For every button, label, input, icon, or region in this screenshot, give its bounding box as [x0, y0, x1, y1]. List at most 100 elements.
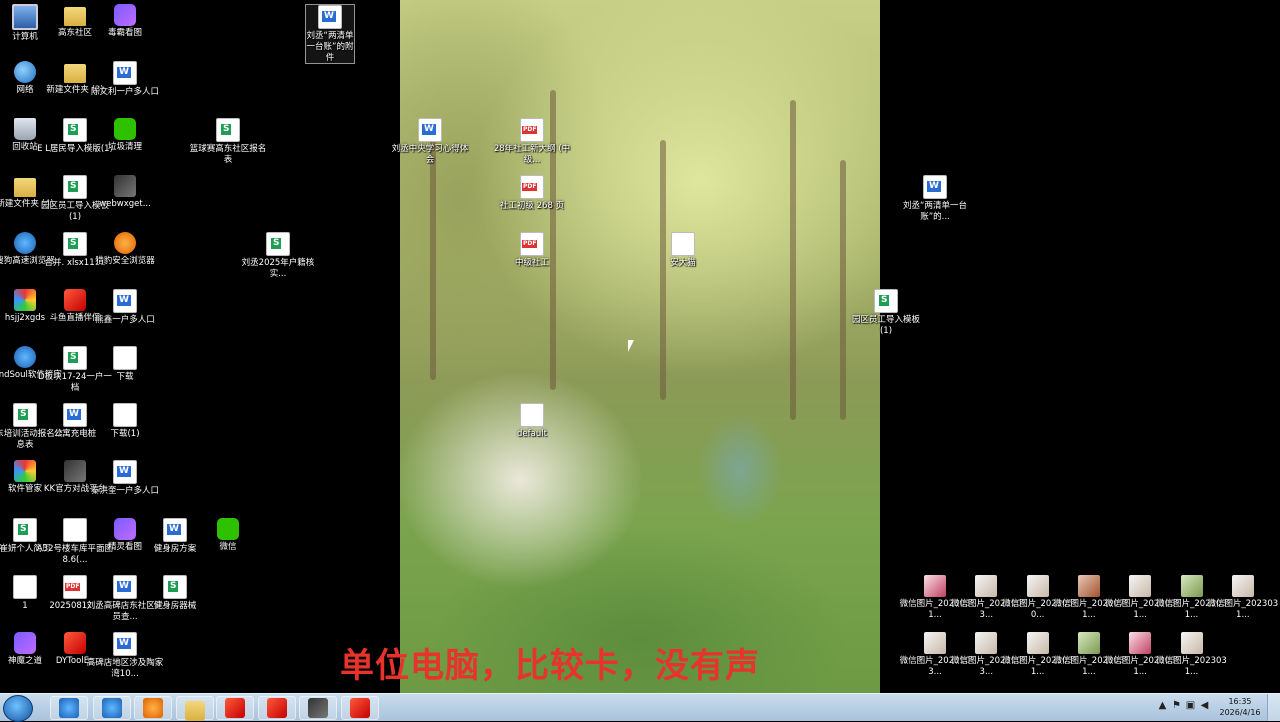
desktop-icon[interactable]: 微信图片_2023031...	[1152, 632, 1232, 678]
photo4-icon	[924, 575, 946, 597]
doc-icon	[113, 61, 137, 85]
net-icon	[14, 61, 36, 83]
pdf-icon	[520, 232, 544, 256]
taskbar-kk-app-button[interactable]	[93, 696, 131, 720]
desktop-icon[interactable]: 篮球赛高东社区报名表	[188, 118, 268, 166]
tray-volume-icon[interactable]: ◀	[1199, 700, 1210, 711]
desktop-icon[interactable]: webwxget...	[85, 175, 165, 210]
douyu-app-icon	[350, 698, 370, 718]
desktop-icon-label: 下载(1)	[110, 429, 140, 439]
desktop-icon[interactable]: 毒霸看图	[85, 4, 165, 39]
desktop-icon-label: 健身房器械	[153, 601, 197, 611]
desktop-icon[interactable]: 健身房器械	[135, 575, 215, 612]
photo2-icon	[924, 632, 946, 654]
xls-icon	[13, 403, 37, 427]
desktop-icon[interactable]: 刘丞2025年户籍核实...	[238, 232, 318, 280]
xls-icon	[163, 575, 187, 599]
desktop-icon[interactable]: 刘丞中央学习心得体会	[390, 118, 470, 166]
photo2-icon	[1180, 632, 1203, 654]
desktop-icon[interactable]: 安大猫	[643, 232, 723, 269]
mouse-cursor	[628, 340, 634, 352]
taskbar-clock[interactable]: 16:35 2026/4/16	[1218, 696, 1262, 718]
taskbar-douyu-app-button[interactable]	[341, 696, 379, 720]
desktop-icon[interactable]: 下载	[85, 346, 165, 383]
desktop-icon[interactable]: 垃圾清理	[85, 118, 165, 153]
clock-date: 2026/4/16	[1219, 708, 1261, 717]
desktop-icon-label: 刘丞2025年户籍核实...	[241, 258, 315, 279]
blank-icon	[520, 403, 544, 427]
desktop-icon-label: 刘丞中央学习心得体会	[391, 144, 469, 165]
photo2-icon	[1026, 575, 1049, 597]
desktop-icon[interactable]: 中级社工	[492, 232, 572, 269]
pdf-icon	[520, 175, 544, 199]
file-explorer-icon	[185, 701, 205, 721]
desktop-icon-label: 微信	[219, 542, 237, 552]
desktop-icon[interactable]: 猎豹安全浏览器	[85, 232, 165, 267]
desktop-icon-label: 园区员工导入模板 (1)	[851, 315, 920, 336]
app-red-icon	[64, 632, 86, 654]
desktop-icon-label: 陈文利一户多人口	[90, 87, 159, 97]
taskbar-game-app-2-button[interactable]	[299, 696, 337, 720]
desktop-icon[interactable]: 园区员工导入模板 (1)	[846, 289, 926, 337]
taskbar-wps-office-button[interactable]	[258, 696, 296, 720]
desktop-icon[interactable]: 微信	[188, 518, 268, 553]
doc-icon	[113, 575, 137, 599]
doc-icon	[113, 289, 137, 313]
doc-icon	[318, 5, 342, 29]
desktop-icon[interactable]: default	[492, 403, 572, 440]
desktop-icon[interactable]: 高碑店地区涉及陶家湾10...	[85, 632, 165, 680]
desktop-icon[interactable]: 微信图片_2023031...	[1203, 575, 1280, 621]
tray-flag-icon[interactable]: ⚑	[1171, 700, 1182, 711]
desktop-icon[interactable]: 下载(1)	[85, 403, 165, 440]
taskbar-file-explorer-button[interactable]	[176, 696, 214, 721]
photo3-icon	[1180, 575, 1203, 597]
taskbar-sogou-browser-button[interactable]	[50, 696, 88, 720]
photo2-icon	[1026, 632, 1049, 654]
photo2-icon	[1231, 575, 1254, 597]
doc-icon	[113, 460, 137, 484]
app-green-icon	[217, 518, 239, 540]
app-dark-icon	[114, 175, 136, 197]
blank-icon	[113, 403, 137, 427]
app-multi-icon	[14, 289, 36, 311]
desktop-icon[interactable]: 秦洪奎一户多人口	[85, 460, 165, 497]
desktop-icon[interactable]: 刘丞“两清单一台账”的附件	[305, 4, 355, 64]
desktop-icon-label: 高碑店地区涉及陶家湾10...	[86, 658, 164, 679]
desktop-icon[interactable]: 陈文利一户多人口	[85, 61, 165, 98]
app-green-icon	[114, 118, 136, 140]
show-desktop-button[interactable]	[1267, 694, 1280, 721]
desktop-icon[interactable]: 社工初级 268 页	[492, 175, 572, 212]
app-purple-icon	[14, 632, 36, 654]
blank-icon	[113, 346, 137, 370]
photo3-icon	[1077, 632, 1100, 654]
tray-arrow-icon[interactable]: ▲	[1157, 700, 1168, 711]
desktop-icon[interactable]: 熊鑫一户多人口	[85, 289, 165, 326]
app-purple-icon	[114, 518, 136, 540]
app-red-icon	[64, 289, 86, 311]
taskbar-cheetah-browser-button[interactable]	[134, 696, 172, 720]
xls-icon	[63, 175, 87, 199]
photo2-icon	[1129, 575, 1152, 597]
app-blue-icon	[14, 346, 36, 368]
folder-icon	[14, 178, 36, 197]
desktop-wallpaper	[400, 0, 880, 693]
desktop-icon-label: 毒霸看图	[107, 28, 142, 38]
taskbar: ▲ ⚑ ▣ ◀ 16:35 2026/4/16	[0, 693, 1280, 722]
start-button[interactable]	[3, 695, 33, 722]
desktop-icon[interactable]: 刘丞“两清单一台账”的...	[895, 175, 975, 223]
desktop-icon-label: 刘丞“两清单一台账”的附件	[306, 31, 354, 63]
folder-icon	[64, 7, 86, 26]
sogou-browser-icon	[59, 698, 79, 718]
xls-icon	[63, 232, 87, 256]
blank-icon	[13, 575, 37, 599]
taskbar-game-app-button[interactable]	[216, 696, 254, 720]
desktop-icon-label: 下载	[116, 372, 134, 382]
desktop-icon[interactable]: 28年社工新大纲 (中级...	[492, 118, 572, 166]
wps-office-icon	[267, 698, 287, 718]
app-multi-icon	[14, 460, 36, 482]
blank-icon	[671, 232, 695, 256]
tray-network-icon[interactable]: ▣	[1185, 700, 1196, 711]
photo-icon	[1077, 575, 1100, 597]
xls-icon	[874, 289, 898, 313]
photo2-icon	[975, 575, 998, 597]
